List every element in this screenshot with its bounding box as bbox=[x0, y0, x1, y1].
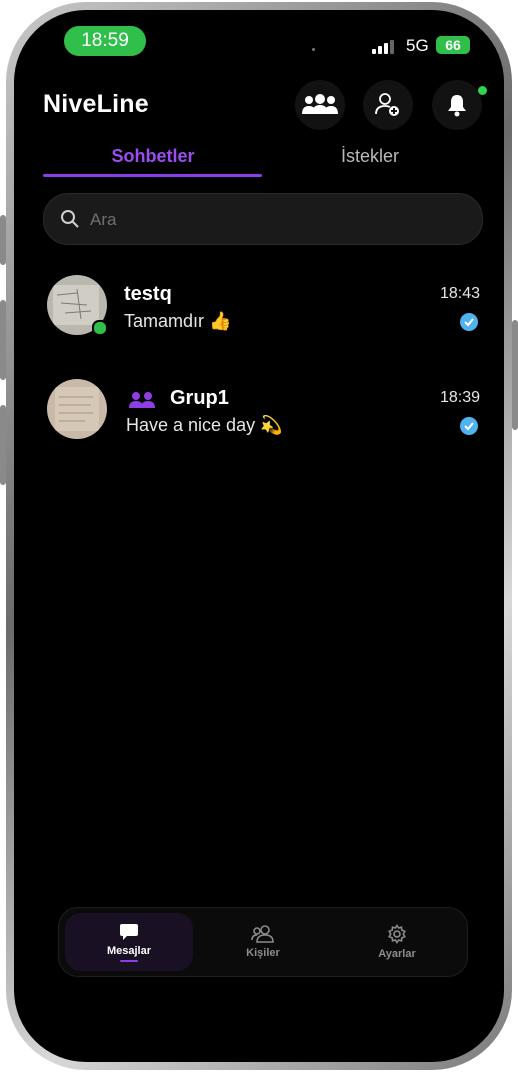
network-label: 5G bbox=[406, 36, 429, 55]
group-icon bbox=[129, 392, 155, 408]
search-input[interactable] bbox=[88, 206, 462, 234]
tab-sohbetler[interactable]: Sohbetler bbox=[43, 146, 263, 167]
chat-time: 18:39 bbox=[439, 389, 480, 406]
read-check-icon bbox=[460, 313, 478, 331]
battery-icon: 66 bbox=[436, 36, 470, 54]
app-title: NiveLine bbox=[43, 90, 149, 118]
tab-istekler[interactable]: İstekler bbox=[260, 146, 480, 167]
online-indicator bbox=[92, 320, 108, 336]
nav-label: Ayarlar bbox=[378, 948, 416, 960]
search-bar[interactable] bbox=[43, 193, 483, 245]
chat-last-message: Tamamdır 👍 bbox=[124, 311, 232, 331]
nav-ayarlar[interactable]: Ayarlar bbox=[333, 913, 461, 971]
groups-button[interactable] bbox=[295, 80, 345, 130]
bottom-nav: Mesajlar Kişiler Ayarlar bbox=[58, 907, 468, 977]
chat-name: Grup1 bbox=[170, 387, 229, 409]
status-time: 18:59 bbox=[64, 26, 146, 56]
tab-active-indicator bbox=[43, 174, 262, 177]
notifications-button[interactable] bbox=[432, 80, 482, 130]
avatar bbox=[47, 379, 107, 439]
chat-name: testq bbox=[124, 283, 172, 305]
add-contact-button[interactable] bbox=[363, 80, 413, 130]
app-screen: 18:59 5G 66 NiveLine Sohbetler İstekler … bbox=[14, 10, 504, 1062]
groups-icon bbox=[302, 94, 338, 114]
signal-icon bbox=[372, 40, 396, 54]
chat-item-testq[interactable]: testq 18:43 Tamamdır 👍 bbox=[43, 275, 483, 347]
nav-mesajlar[interactable]: Mesajlar bbox=[65, 913, 193, 971]
read-check-icon bbox=[460, 417, 478, 435]
chat-bubble-icon bbox=[120, 923, 138, 940]
camera-dot bbox=[312, 48, 315, 51]
nav-label: Kişiler bbox=[246, 947, 280, 959]
bell-icon bbox=[448, 95, 466, 117]
add-user-icon bbox=[375, 93, 399, 116]
chat-time: 18:43 bbox=[439, 285, 480, 302]
contacts-icon bbox=[251, 925, 274, 943]
chat-last-message: Have a nice day 💫 bbox=[126, 415, 283, 435]
gear-icon bbox=[388, 924, 406, 944]
nav-label: Mesajlar bbox=[106, 944, 152, 957]
nav-kisiler[interactable]: Kişiler bbox=[199, 913, 327, 971]
search-icon bbox=[61, 210, 79, 228]
nav-active-indicator bbox=[120, 959, 138, 962]
chat-item-grup1[interactable]: Grup1 18:39 Have a nice day 💫 bbox=[43, 379, 483, 451]
notification-badge bbox=[478, 86, 487, 95]
